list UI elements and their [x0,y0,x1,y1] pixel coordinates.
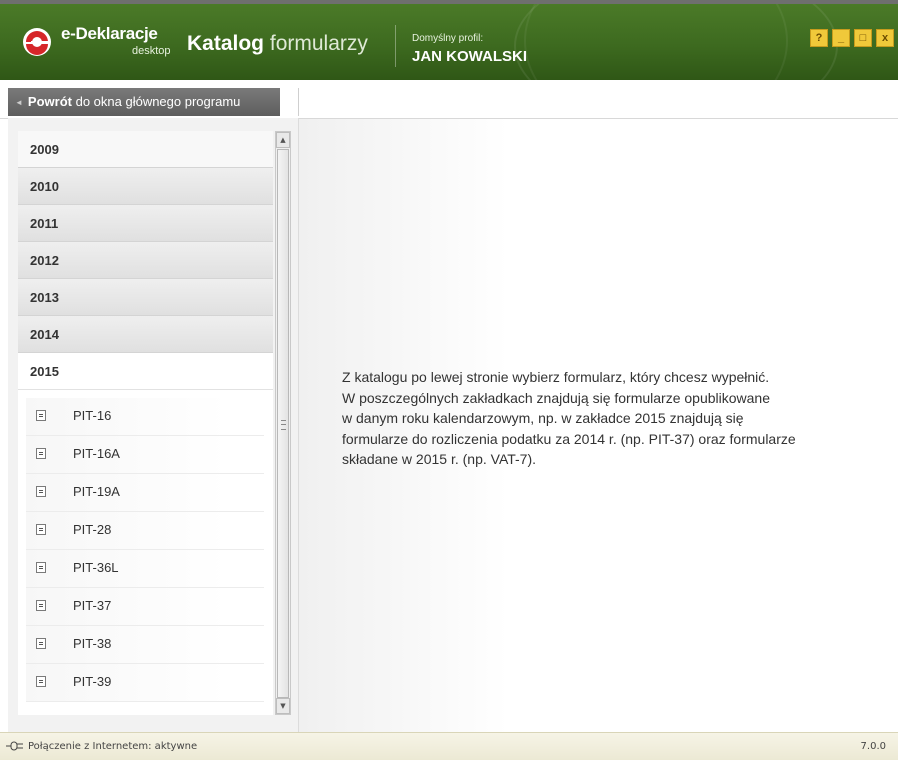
year-tab-2015[interactable]: 2015 [18,353,273,390]
document-icon [36,524,46,535]
scroll-up-button[interactable]: ▲ [276,132,290,148]
logo-text: e-Deklaracje [61,24,158,43]
header-divider [395,25,396,67]
form-name: PIT-16A [73,446,120,461]
status-bar: Połączenie z Internetem: aktywne 7.0.0 [0,732,898,760]
back-label-bold: Powrót [27,94,72,109]
form-item-pit-36l[interactable]: PIT-36L [26,550,264,588]
year-tab-2010[interactable]: 2010 [18,168,273,205]
document-icon [36,638,46,649]
profile-name: JAN KOWALSKI [412,48,528,65]
back-arrow-icon: ◄ [15,98,23,107]
form-item-pit-19a[interactable]: PIT-19A [26,474,264,512]
app-version: 7.0.0 [860,741,886,752]
catalog-list: 2009 2010 2011 2012 2013 2014 2015 PIT-1… [18,131,273,715]
document-icon [36,486,46,497]
instructions-line: składane w 2015 r. (np. VAT-7). [342,451,537,467]
instructions-line: W poszczególnych zakładkach znajdują się… [342,389,771,406]
document-icon [36,562,46,573]
form-item-pit-39[interactable]: PIT-39 [26,664,264,702]
grip-icon [281,420,286,430]
logo-subtitle: desktop [132,45,171,57]
help-button[interactable]: ? [810,29,828,47]
catalog-scrollbar[interactable]: ▲ ▼ [275,131,291,715]
catalog-panel: 2009 2010 2011 2012 2013 2014 2015 PIT-1… [8,118,299,732]
profile-label: Domyślny profil: [412,33,484,44]
instructions-text: Z katalogu po lewej stronie wybierz form… [342,367,882,470]
instructions-line: formularze do rozliczenia podatku za 201… [342,430,796,447]
form-list: PIT-16 PIT-16A PIT-19A PIT-28 PIT-36L PI… [18,390,273,702]
year-tab-2009[interactable]: 2009 [18,131,273,168]
instructions-line: Z katalogu po lewej stronie wybierz form… [342,369,770,385]
plug-icon [6,741,23,751]
form-name: PIT-16 [73,408,112,423]
minimize-button[interactable]: _ [832,29,850,47]
form-name: PIT-39 [73,674,112,689]
year-tab-2012[interactable]: 2012 [18,242,273,279]
window-controls: ? _ □ x [810,29,894,47]
year-tab-2013[interactable]: 2013 [18,279,273,316]
title-bold-part: Katalog [187,32,265,55]
title-light-part: formularzy [269,32,368,55]
window-title: Katalog formularzy [187,32,368,56]
maximize-button[interactable]: □ [854,29,872,47]
content-area: Z katalogu po lewej stronie wybierz form… [299,119,898,732]
back-to-main-button[interactable]: ◄ Powrót do okna głównego programu [8,88,280,116]
navigation-bar: ◄ Powrót do okna głównego programu [0,84,898,119]
document-icon [36,410,46,421]
e-deklaracje-logo-icon [23,28,51,56]
document-icon [36,448,46,459]
scroll-thumb[interactable] [277,149,289,698]
year-tab-2014[interactable]: 2014 [18,316,273,353]
form-name: PIT-28 [73,522,112,537]
nav-divider [298,88,299,116]
document-icon [36,600,46,611]
form-name: PIT-38 [73,636,112,651]
form-item-pit-37[interactable]: PIT-37 [26,588,264,626]
form-name: PIT-36L [73,560,119,575]
form-item-pit-38[interactable]: PIT-38 [26,626,264,664]
instructions-line: w danym roku kalendarzowym, np. w zakład… [342,410,744,426]
scroll-down-button[interactable]: ▼ [276,698,290,714]
document-icon [36,676,46,687]
form-item-pit-16[interactable]: PIT-16 [26,398,264,436]
form-item-pit-16a[interactable]: PIT-16A [26,436,264,474]
form-item-pit-28[interactable]: PIT-28 [26,512,264,550]
connection-status: Połączenie z Internetem: aktywne [28,741,198,752]
app-header: e-Deklaracje desktop Katalog formularzy … [0,0,898,80]
form-name: PIT-19A [73,484,120,499]
form-name: PIT-37 [73,598,112,613]
header-decoration [524,4,788,80]
back-label-rest: do okna głównego programu [71,94,241,109]
close-button[interactable]: x [876,29,894,47]
year-tab-2011[interactable]: 2011 [18,205,273,242]
